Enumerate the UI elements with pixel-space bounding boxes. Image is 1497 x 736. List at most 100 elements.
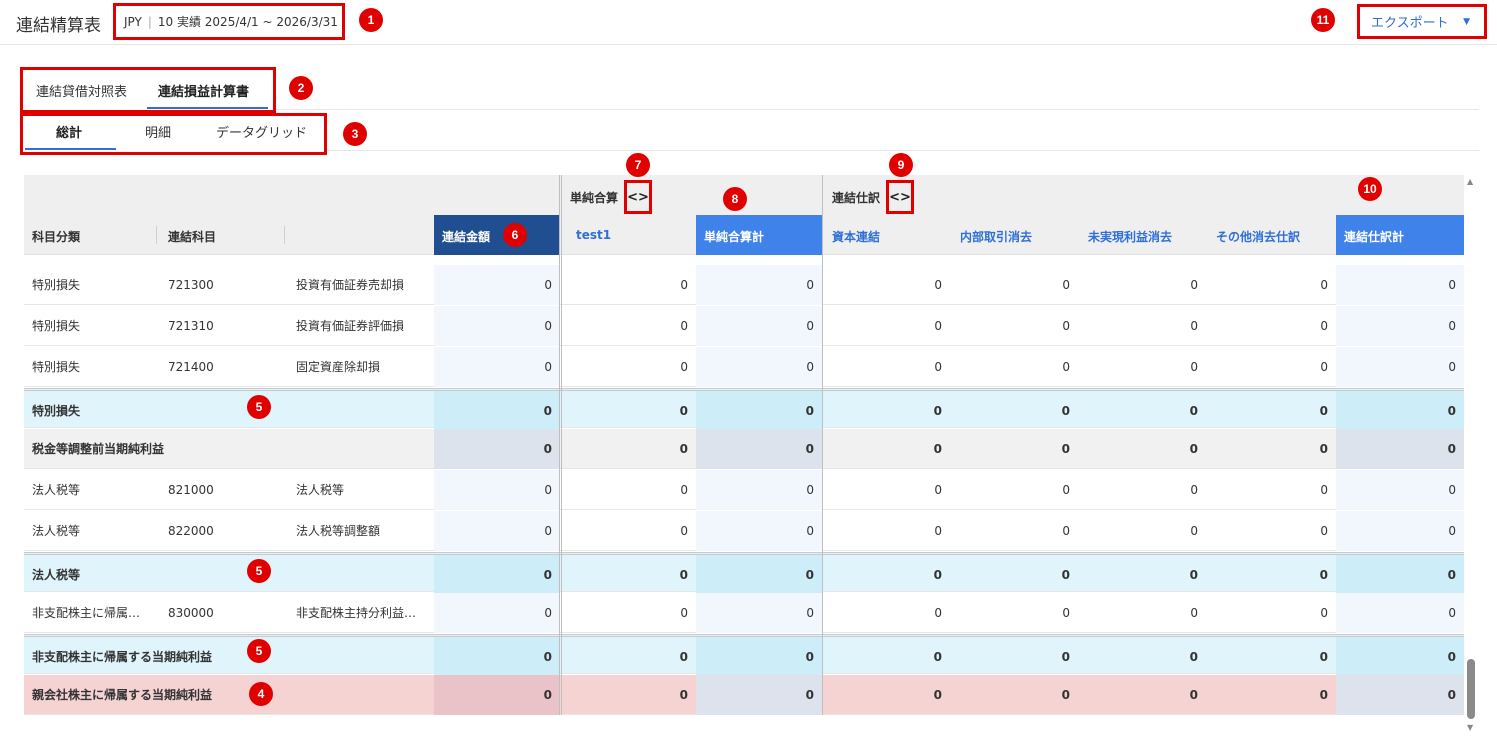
tab-income-statement[interactable]: 連結損益計算書 xyxy=(158,81,249,100)
col-category[interactable]: 科目分類 xyxy=(32,228,80,245)
expand-consol-button[interactable]: <> xyxy=(886,180,914,214)
tab-balance-sheet[interactable]: 連結貸借対照表 xyxy=(36,81,127,100)
cell-value: 0 xyxy=(934,319,942,333)
cell-value: 0 xyxy=(1190,278,1198,292)
cell-value: 0 xyxy=(806,524,814,538)
table-row[interactable]: 特別損失 0 0 0 0 0 0 0 0 xyxy=(24,388,1464,431)
marker-5a: 5 xyxy=(247,395,271,419)
marker-5c: 5 xyxy=(247,639,271,663)
col-amount[interactable]: 連結金額 xyxy=(434,215,560,255)
col-simple-total[interactable]: 単純合算計 xyxy=(696,215,822,255)
cell-value: 0 xyxy=(1320,606,1328,620)
expand-simple-button[interactable]: <> xyxy=(624,180,652,214)
page-header: 連結精算表 JPY | 10 実績 2025/4/1 ~ 2026/3/31 エ… xyxy=(0,0,1497,45)
cell-value: 0 xyxy=(543,688,552,702)
cell-category: 特別損失 xyxy=(32,360,81,374)
table-row[interactable]: 親会社株主に帰属する当期純利益 0 0 0 0 0 0 0 0 xyxy=(24,675,1464,715)
cell-code: 821000 xyxy=(168,483,214,497)
cell-value: 0 xyxy=(544,319,552,333)
cell-value: 0 xyxy=(1062,606,1070,620)
cell-value: 0 xyxy=(1320,524,1328,538)
cell-value: 0 xyxy=(1062,278,1070,292)
table-row[interactable]: 法人税等 821000 法人税等 0 0 0 0 0 0 0 0 xyxy=(24,470,1464,510)
table-row[interactable]: 税金等調整前当期純利益 0 0 0 0 0 0 0 0 xyxy=(24,429,1464,469)
col-separator xyxy=(284,226,285,244)
marker-11: 11 xyxy=(1311,8,1335,32)
cell-value: 0 xyxy=(544,360,552,374)
tab-data-grid[interactable]: データグリッド xyxy=(216,122,307,141)
cell-category: 税金等調整前当期純利益 xyxy=(32,442,165,456)
cell-value: 0 xyxy=(1062,360,1070,374)
scroll-down-icon[interactable]: ▼ xyxy=(1467,723,1473,732)
cell-category: 法人税等 xyxy=(32,524,81,538)
export-label: エクスポート xyxy=(1371,16,1449,31)
cell-account-name: 投資有価証券売却損 xyxy=(296,278,405,292)
cell-value: 0 xyxy=(680,360,688,374)
cell-value: 0 xyxy=(805,442,814,456)
column-divider xyxy=(822,175,823,715)
cell-value: 0 xyxy=(1448,319,1456,333)
cell-account-name: 法人税等調整額 xyxy=(296,524,381,538)
table-row[interactable]: 特別損失 721400 固定資産除却損 0 0 0 0 0 0 0 0 xyxy=(24,347,1464,387)
marker-7: 7 xyxy=(626,153,650,177)
separator: | xyxy=(147,14,152,29)
table-row[interactable]: 特別損失 721310 投資有価証券評価損 0 0 0 0 0 0 0 0 xyxy=(24,306,1464,346)
table-row[interactable]: 法人税等 822000 法人税等調整額 0 0 0 0 0 0 0 0 xyxy=(24,511,1464,551)
col-unrealized[interactable]: 未実現利益消去 xyxy=(1088,228,1172,245)
table-row[interactable]: 特別損失 721300 投資有価証券売却損 0 0 0 0 0 0 0 0 xyxy=(24,265,1464,305)
cell-value: 0 xyxy=(805,568,814,582)
scroll-up-icon[interactable]: ▲ xyxy=(1467,177,1473,186)
cell-value: 0 xyxy=(1448,278,1456,292)
period-info: JPY | 10 実績 2025/4/1 ~ 2026/3/31 xyxy=(113,3,345,40)
cell-value: 0 xyxy=(805,404,814,418)
export-dropdown[interactable]: エクスポート ▼ xyxy=(1357,4,1487,39)
cell-value: 0 xyxy=(1320,360,1328,374)
cell-value: 0 xyxy=(1061,688,1070,702)
col-capital[interactable]: 資本連結 xyxy=(832,228,880,245)
col-test1[interactable]: test1 xyxy=(576,228,611,242)
cell-value: 0 xyxy=(1447,650,1456,664)
marker-10: 10 xyxy=(1358,177,1382,201)
cell-value: 0 xyxy=(805,650,814,664)
cell-category: 法人税等 xyxy=(32,483,81,497)
tab-detail[interactable]: 明細 xyxy=(145,122,171,141)
cell-value: 0 xyxy=(1061,404,1070,418)
cell-value: 0 xyxy=(1320,319,1328,333)
cell-value: 0 xyxy=(1448,360,1456,374)
table-row[interactable]: 非支配株主に帰属する当期純利益 0 0 0 0 0 0 0 0 xyxy=(24,634,1464,677)
caret-down-icon: ▼ xyxy=(1463,17,1470,27)
cell-category: 特別損失 xyxy=(32,319,81,333)
cell-value: 0 xyxy=(805,688,814,702)
marker-2: 2 xyxy=(289,76,313,100)
marker-9: 9 xyxy=(889,153,913,177)
cell-value: 0 xyxy=(934,360,942,374)
cell-value: 0 xyxy=(679,404,688,418)
cell-value: 0 xyxy=(543,568,552,582)
cell-value: 0 xyxy=(1448,606,1456,620)
table-row[interactable]: 法人税等 0 0 0 0 0 0 0 0 xyxy=(24,552,1464,595)
cell-value: 0 xyxy=(1319,442,1328,456)
scroll-thumb[interactable] xyxy=(1467,659,1475,719)
cell-value: 0 xyxy=(679,442,688,456)
col-separator xyxy=(156,226,157,244)
col-other[interactable]: その他消去仕訳 xyxy=(1216,228,1300,245)
cell-value: 0 xyxy=(679,650,688,664)
consolidation-grid: 単純合算 <> 連結仕訳 <> 科目分類 連結科目 test1 資本連結 内部取… xyxy=(24,175,1464,715)
grid-scrollbar[interactable]: ▲ ▼ xyxy=(1464,175,1478,735)
active-tab-underline xyxy=(147,107,268,109)
group-consol-label: 連結仕訳 xyxy=(832,191,881,205)
divider xyxy=(276,109,1479,110)
cell-value: 0 xyxy=(1189,442,1198,456)
col-consol-total[interactable]: 連結仕訳計 xyxy=(1336,215,1464,255)
cell-code: 721300 xyxy=(168,278,214,292)
cell-value: 0 xyxy=(1062,524,1070,538)
table-row[interactable]: 非支配株主に帰属… 830000 非支配株主持分利益… 0 0 0 0 0 0 0 0 xyxy=(24,593,1464,633)
col-internal[interactable]: 内部取引消去 xyxy=(960,228,1032,245)
cell-value: 0 xyxy=(934,278,942,292)
cell-value: 0 xyxy=(544,278,552,292)
cell-category: 法人税等 xyxy=(32,568,81,582)
tab-total[interactable]: 総計 xyxy=(56,122,82,141)
col-account[interactable]: 連結科目 xyxy=(168,228,216,245)
cell-account-name: 非支配株主持分利益… xyxy=(296,606,417,620)
cell-value: 0 xyxy=(543,442,552,456)
